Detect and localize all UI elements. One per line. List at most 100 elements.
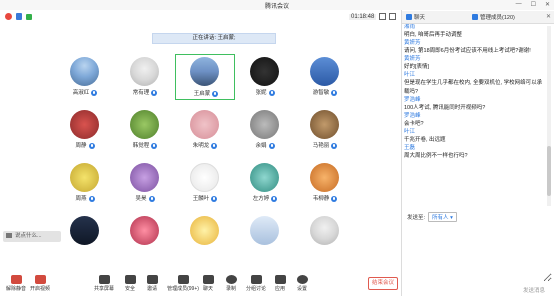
tab-members[interactable]: 管理成员(120)	[472, 13, 515, 21]
participant-tile[interactable]: 韦柳静	[295, 160, 355, 206]
breakout-icon	[250, 275, 262, 284]
participant-tile[interactable]: 朱明龙	[175, 107, 235, 153]
chat-message: 千兆开卷, 出远题	[404, 137, 446, 143]
participant-tile[interactable]: 余娟	[235, 107, 295, 153]
participant-name: 常有理	[115, 88, 175, 96]
title-bar: 腾讯会议 — ☐ ✕	[0, 0, 554, 10]
mic-icon	[331, 195, 338, 202]
end-meeting-button[interactable]: 结束会议	[368, 277, 398, 290]
chat-sender: 黄妍芳	[404, 40, 421, 46]
participant-name: 王麟叶	[175, 194, 235, 202]
mic-icon	[268, 142, 275, 149]
start-video-button[interactable]: 开启视频	[28, 271, 52, 292]
avatar	[130, 163, 159, 192]
share-screen-label: 共享屏幕	[93, 286, 114, 292]
chat-sender: 叶江	[404, 129, 416, 135]
avatar	[310, 216, 339, 245]
mic-icon	[268, 89, 275, 96]
chat-sender: 湘雨	[404, 24, 416, 30]
send-to-select[interactable]: 所有人 ▾	[428, 212, 457, 222]
info-icon[interactable]	[5, 13, 12, 20]
scroll-thumb[interactable]	[547, 146, 551, 196]
breakout-button[interactable]: 分组讨论	[244, 271, 268, 292]
members-label: 管理成员(99+)	[167, 286, 199, 292]
chat-scrollbar[interactable]	[547, 26, 551, 206]
shield-icon[interactable]	[16, 13, 22, 20]
unmute-label: 解除静音	[5, 286, 26, 292]
participant-tile[interactable]	[295, 213, 355, 259]
send-to-value: 所有人	[432, 215, 449, 221]
chat-message: 100人考试, 腾讯能同时开视频吗?	[404, 105, 486, 111]
participant-tile[interactable]: 周静	[55, 107, 115, 153]
mic-icon	[151, 89, 158, 96]
say-something-button[interactable]: 说点什么...	[3, 231, 61, 242]
avatar	[250, 110, 279, 139]
start-video-label: 开启视频	[29, 286, 50, 292]
mic-icon	[88, 195, 95, 202]
avatar	[70, 57, 99, 86]
status-icons	[5, 13, 32, 20]
chat-input[interactable]	[404, 222, 552, 282]
participant-name: 张妮	[235, 88, 295, 96]
participant-name-text: 王启蒙	[193, 91, 211, 97]
avatar	[310, 163, 339, 192]
tab-chat[interactable]: 聊天	[406, 13, 425, 21]
gear-icon	[296, 275, 308, 284]
avatar	[190, 216, 219, 245]
panel-divider	[401, 10, 402, 296]
participant-tile[interactable]	[175, 213, 235, 259]
participant-tile[interactable]: 韩觉程	[115, 107, 175, 153]
shield-icon	[124, 275, 136, 284]
participant-name: 周静	[55, 141, 115, 149]
apps-button[interactable]: 应用	[268, 271, 292, 292]
settings-label: 设置	[296, 286, 307, 292]
chat-button[interactable]: 聊天	[196, 271, 220, 292]
fullscreen-icon[interactable]	[389, 13, 397, 20]
participant-name-text: 游智敏	[312, 90, 330, 96]
record-button[interactable]: 录制	[219, 271, 243, 292]
close-icon[interactable]: ✕	[546, 13, 551, 20]
participant-tile[interactable]	[115, 213, 175, 259]
avatar	[130, 216, 159, 245]
participant-tile[interactable]: 张妮	[235, 54, 295, 100]
chat-message: 明白, 咱哥后再手动调整	[404, 32, 463, 38]
participant-tile[interactable]	[235, 213, 295, 259]
avatar	[70, 110, 99, 139]
mic-icon	[331, 142, 338, 149]
participant-tile[interactable]: 高淑红	[55, 54, 115, 100]
record-icon	[225, 275, 237, 284]
members-icon	[177, 275, 189, 284]
minimize-icon[interactable]: —	[516, 1, 522, 8]
participant-name-text: 常有理	[132, 90, 150, 96]
unmute-button[interactable]: 解除静音	[4, 271, 28, 292]
participant-tile[interactable]: 游智敏	[295, 54, 355, 100]
maximize-icon[interactable]: ☐	[531, 1, 536, 8]
invite-button[interactable]: 邀请	[140, 271, 164, 292]
settings-button[interactable]: 设置	[290, 271, 314, 292]
participant-tile[interactable]: 吴昊	[115, 160, 175, 206]
participant-name: 朱明龙	[175, 141, 235, 149]
participant-tile[interactable]: 常有理	[115, 54, 175, 100]
participant-tile[interactable]: 王启蒙	[175, 54, 235, 100]
participant-tile[interactable]: 周燕	[55, 160, 115, 206]
avatar	[250, 216, 279, 245]
chat-icon	[406, 14, 412, 20]
participant-name-text: 余娟	[255, 143, 267, 149]
breakout-label: 分组讨论	[245, 286, 266, 292]
participant-tile[interactable]	[55, 213, 115, 259]
add-user-icon	[146, 275, 158, 284]
chat-messages: 湘雨 明白, 咱哥后再手动调整 黄妍芳 请问, 第18周即6月份考试应该不用线上考试吧…	[404, 24, 544, 199]
participant-tile[interactable]: 王麟叶	[175, 160, 235, 206]
avatar	[70, 163, 99, 192]
security-button[interactable]: 安全	[118, 271, 142, 292]
close-icon[interactable]: ✕	[545, 1, 550, 8]
timer-area: 01:18:48	[349, 13, 397, 20]
layout-icon[interactable]	[379, 13, 387, 20]
members-button[interactable]: 管理成员(99+)	[166, 271, 200, 292]
share-screen-button[interactable]: 共享屏幕	[92, 271, 116, 292]
send-message-button[interactable]: 发送消息	[523, 286, 545, 294]
participant-tile[interactable]: 左方婷	[235, 160, 295, 206]
signal-icon[interactable]	[26, 13, 32, 20]
participant-tile[interactable]: 马艳丽	[295, 107, 355, 153]
participant-name-text: 吴昊	[135, 196, 147, 202]
